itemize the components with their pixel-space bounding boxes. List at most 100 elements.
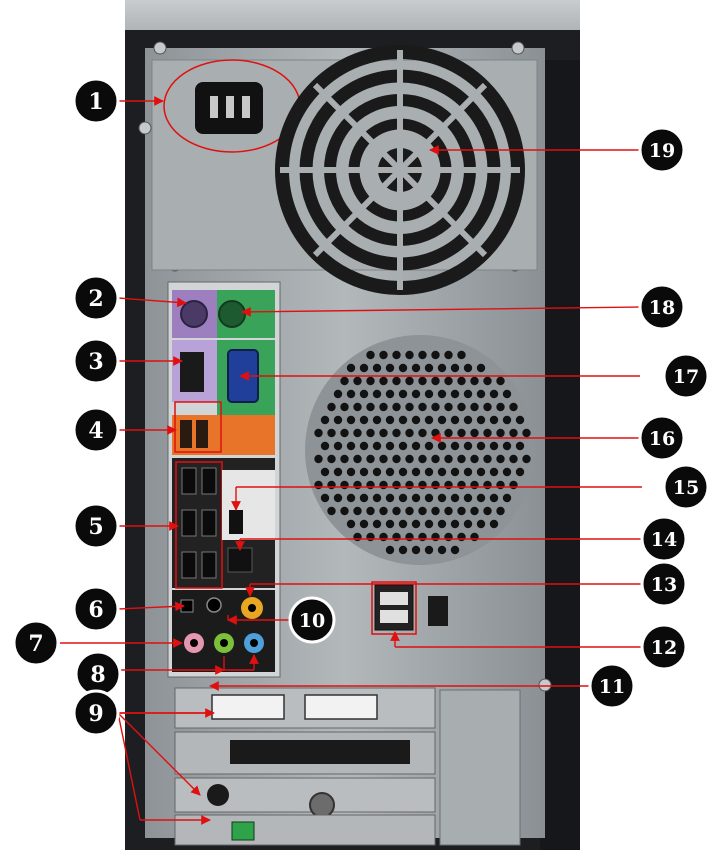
tv-tuner-port — [207, 784, 229, 806]
usb-port — [181, 467, 197, 495]
vent-hole — [431, 532, 440, 542]
vent-hole — [489, 415, 499, 425]
vent-hole — [418, 428, 427, 438]
vent-hole — [340, 506, 349, 516]
vent-hole — [509, 454, 518, 464]
vent-hole — [509, 428, 518, 438]
vent-hole — [353, 428, 362, 438]
vent-hole — [489, 467, 499, 477]
slot-vent-strip — [230, 740, 410, 764]
vent-hole — [411, 545, 421, 555]
vent-hole — [385, 363, 395, 373]
callout-1-label: 1 — [88, 89, 103, 115]
vent-hole — [515, 467, 525, 477]
vent-hole — [418, 454, 427, 464]
vent-hole — [463, 389, 473, 399]
vent-hole — [463, 519, 473, 529]
vent-hole — [411, 493, 421, 503]
vent-hole — [327, 506, 336, 516]
vent-hole — [476, 389, 486, 399]
vent-hole — [444, 350, 453, 360]
mic-jack-hole — [190, 639, 198, 647]
usb-front-port — [380, 592, 408, 605]
vent-hole — [405, 376, 414, 386]
callout-6: 6 — [72, 585, 120, 633]
vent-hole — [483, 402, 492, 412]
vent-hole — [359, 467, 369, 477]
vent-hole — [385, 415, 395, 425]
vent-hole — [444, 454, 453, 464]
vent-hole — [424, 545, 434, 555]
vent-hole — [372, 519, 382, 529]
vent-hole — [483, 376, 492, 386]
callout-4-label: 4 — [88, 418, 103, 444]
vent-hole — [405, 532, 414, 542]
callout-7-label: 7 — [28, 631, 43, 657]
vent-hole — [398, 493, 408, 503]
vent-hole — [522, 428, 531, 438]
expansion-bracket-right — [439, 689, 521, 846]
callout-13: 13 — [640, 560, 688, 608]
vent-hole — [398, 467, 408, 477]
vent-hole — [476, 363, 486, 373]
vent-hole — [372, 389, 382, 399]
vent-hole — [385, 545, 395, 555]
vent-hole — [333, 493, 343, 503]
vent-hole — [450, 545, 460, 555]
vent-hole — [372, 467, 382, 477]
vent-hole — [522, 454, 531, 464]
usb-port — [201, 509, 217, 537]
vent-hole — [496, 454, 505, 464]
vent-hole — [372, 363, 382, 373]
vent-hole — [353, 506, 362, 516]
dvi-port — [211, 694, 285, 720]
vent-hole — [327, 454, 336, 464]
usb-front-port — [380, 610, 408, 623]
vent-hole — [457, 428, 466, 438]
vent-hole — [431, 376, 440, 386]
vent-hole — [405, 506, 414, 516]
vent-hole — [398, 415, 408, 425]
vent-hole — [496, 506, 505, 516]
vent-hole — [353, 376, 362, 386]
vent-hole — [353, 402, 362, 412]
callout-8-label: 8 — [90, 662, 105, 688]
vent-hole — [392, 350, 401, 360]
callout-16: 16 — [638, 414, 686, 462]
vent-hole — [379, 376, 388, 386]
screw — [153, 41, 167, 55]
screw — [138, 121, 152, 135]
psu-fan-grille — [275, 45, 525, 295]
usb-front-housing — [374, 584, 414, 631]
vent-hole — [431, 428, 440, 438]
vent-hole — [411, 363, 421, 373]
callout-18: 18 — [638, 283, 686, 331]
screw — [511, 41, 525, 55]
vent-hole — [340, 480, 349, 490]
vent-hole — [450, 467, 460, 477]
vent-hole — [463, 441, 473, 451]
vent-hole — [405, 350, 414, 360]
coax-port — [309, 792, 335, 818]
vent-hole — [379, 350, 388, 360]
vent-hole — [496, 480, 505, 490]
vent-hole — [515, 415, 525, 425]
firewire-port — [180, 420, 192, 448]
vent-hole — [424, 389, 434, 399]
vent-hole — [398, 441, 408, 451]
fan-grille-center-dot — [395, 165, 405, 175]
vent-hole — [437, 389, 447, 399]
vent-hole — [366, 350, 375, 360]
vent-hole — [359, 441, 369, 451]
vent-hole — [385, 519, 395, 529]
vent-hole — [392, 376, 401, 386]
vent-hole — [385, 441, 395, 451]
callout-16-label: 16 — [649, 428, 675, 450]
vent-hole — [359, 363, 369, 373]
vent-hole — [424, 493, 434, 503]
power-socket-pin — [242, 96, 250, 118]
vent-hole — [314, 480, 323, 490]
vent-hole — [340, 402, 349, 412]
vent-hole — [405, 454, 414, 464]
vent-hole — [437, 545, 447, 555]
